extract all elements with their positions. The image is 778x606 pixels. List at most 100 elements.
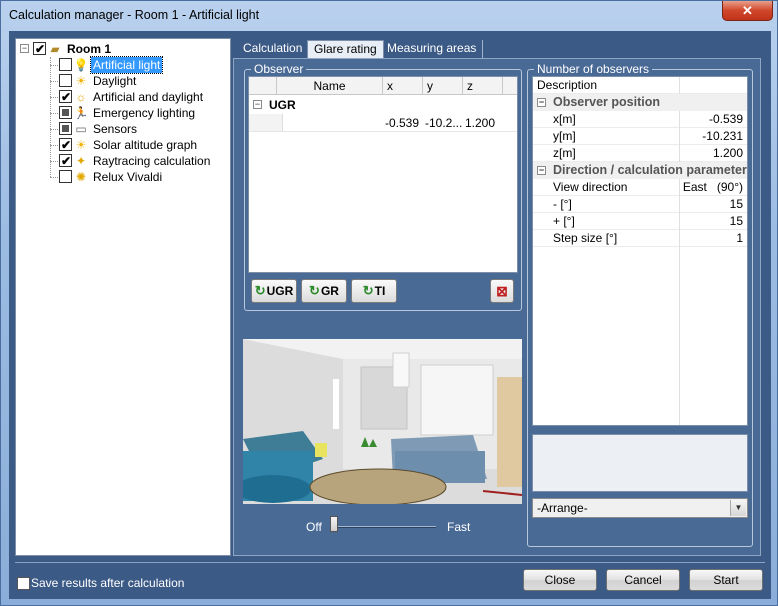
render-quality-slider-thumb[interactable] — [330, 516, 338, 532]
observer-table: Name x y z − UGR -0.539 -10.2... 1.200 — [248, 76, 518, 273]
observer-table-header: Name x y z — [249, 77, 517, 95]
column-header-name[interactable]: Name — [277, 77, 383, 95]
property-row-step-size[interactable]: Step size [°] 1 — [533, 230, 747, 247]
property-value[interactable]: 1 — [736, 230, 743, 247]
calculation-tree: − ▰ Room 1 💡 Artificial light ☀ Daylight — [15, 38, 231, 556]
room-label: Room 1 — [67, 42, 112, 56]
property-row-z[interactable]: z[m] 1.200 — [533, 145, 747, 162]
property-header-row: Description — [533, 77, 747, 94]
column-header-z[interactable]: z — [463, 77, 503, 95]
property-value[interactable]: -10.231 — [702, 128, 743, 145]
solar-altitude-graph-checkbox[interactable] — [59, 137, 72, 153]
tree-item-label: Sensors — [93, 122, 138, 136]
room-render-image — [243, 339, 522, 504]
tree-line — [50, 113, 58, 114]
save-results-label: Save results after calculation — [31, 576, 185, 590]
cell-z[interactable]: 1.200 — [465, 115, 495, 131]
close-button[interactable]: Close — [523, 569, 597, 591]
arrange-selected-value: -Arrange- — [537, 501, 588, 515]
add-gr-button[interactable]: ↻GR — [301, 279, 347, 303]
tree-item-emergency-lighting[interactable]: 🏃 Emergency lighting — [16, 105, 226, 121]
property-description-box — [532, 434, 748, 492]
window-close-button[interactable]: ✕ — [722, 1, 773, 21]
save-results-checkbox[interactable] — [17, 577, 30, 590]
collapse-toggle-icon[interactable]: − — [537, 166, 546, 175]
ugr-section-row[interactable]: − UGR — [249, 96, 517, 113]
property-value[interactable]: 15 — [730, 213, 743, 230]
tab-calculation[interactable]: Calculation — [237, 40, 310, 58]
property-row-plus-angle[interactable]: + [°] 15 — [533, 213, 747, 230]
property-row-minus-angle[interactable]: - [°] 15 — [533, 196, 747, 213]
emergency-lighting-checkbox[interactable] — [59, 106, 72, 119]
table-row[interactable]: -0.539 -10.2... 1.200 — [249, 114, 517, 132]
title-bar[interactable]: Calculation manager - Room 1 - Artificia… — [1, 1, 777, 31]
window-title: Calculation manager - Room 1 - Artificia… — [9, 8, 260, 22]
observer-property-grid: Description − Observer position x[m] -0.… — [532, 76, 748, 426]
collapse-toggle-icon[interactable]: − — [20, 44, 29, 53]
column-header-y[interactable]: y — [423, 77, 463, 95]
tree-item-artificial-and-daylight[interactable]: ☼ Artificial and daylight — [16, 89, 226, 105]
chevron-down-icon[interactable]: ▼ — [730, 500, 746, 516]
tab-measuring-areas[interactable]: Measuring areas — [381, 40, 484, 58]
tab-glare-rating[interactable]: Glare rating — [307, 40, 384, 58]
ugr-button-label: UGR — [266, 284, 294, 298]
property-row-view-direction[interactable]: View direction East (90°) — [533, 179, 747, 196]
category-label: Direction / calculation parameter — [553, 163, 747, 177]
sensors-checkbox[interactable] — [59, 122, 72, 135]
tree-line — [50, 177, 58, 178]
daylight-checkbox[interactable] — [59, 74, 72, 87]
number-of-observers-label: Number of observers — [534, 62, 653, 76]
property-label: Step size [°] — [553, 231, 618, 245]
column-split — [679, 111, 680, 128]
cancel-button[interactable]: Cancel — [606, 569, 680, 591]
cell-x[interactable]: -0.539 — [385, 115, 419, 131]
glare-preview-render[interactable] — [243, 339, 522, 504]
observer-position-category[interactable]: − Observer position — [533, 94, 747, 111]
property-label: x[m] — [553, 112, 576, 126]
tree-node-room[interactable]: − ▰ Room 1 — [16, 41, 226, 57]
raytracing-calculation-checkbox[interactable] — [59, 153, 72, 169]
relux-vivaldi-checkbox[interactable] — [59, 170, 72, 183]
tree-item-relux-vivaldi[interactable]: ✺ Relux Vivaldi — [16, 169, 226, 185]
footer-separator — [15, 562, 765, 563]
add-arrow-icon: ↻ — [254, 283, 266, 298]
property-grid-empty-area — [679, 247, 680, 425]
add-ugr-button[interactable]: ↻UGR — [251, 279, 297, 303]
ti-button-label: TI — [374, 284, 386, 298]
glare-rating-panel: Observer Name x y z − UGR -0.539 -10.2..… — [233, 58, 761, 556]
artificial-light-checkbox[interactable] — [59, 58, 72, 71]
ugr-section-label: UGR — [269, 98, 296, 112]
room-checkbox[interactable] — [33, 41, 46, 57]
delete-observer-button[interactable]: ⊠ — [490, 279, 514, 303]
collapse-toggle-icon[interactable]: − — [537, 98, 546, 107]
tree-item-daylight[interactable]: ☀ Daylight — [16, 73, 226, 89]
collapse-toggle-icon[interactable]: − — [253, 100, 262, 109]
tree-item-raytracing-calculation[interactable]: ✦ Raytracing calculation — [16, 153, 226, 169]
arrange-dropdown[interactable]: -Arrange- ▼ — [532, 498, 748, 518]
tree-line — [50, 145, 58, 146]
property-row-y[interactable]: y[m] -10.231 — [533, 128, 747, 145]
start-button[interactable]: Start — [689, 569, 763, 591]
property-label: z[m] — [553, 146, 576, 160]
direction-parameter-category[interactable]: − Direction / calculation parameter — [533, 162, 747, 179]
artificial-and-daylight-checkbox[interactable] — [59, 89, 72, 105]
slider-min-label: Off — [306, 520, 322, 534]
tree-item-label: Solar altitude graph — [93, 138, 198, 152]
cell-y[interactable]: -10.2... — [425, 115, 462, 131]
property-value[interactable]: -0.539 — [709, 111, 743, 128]
column-header-x[interactable]: x — [383, 77, 423, 95]
add-arrow-icon: ↻ — [309, 283, 320, 298]
property-value[interactable]: 15 — [730, 196, 743, 213]
column-split — [679, 77, 680, 94]
tree-item-sensors[interactable]: ▭ Sensors — [16, 121, 226, 137]
tree-item-label: Emergency lighting — [93, 106, 196, 120]
property-value[interactable]: 1.200 — [713, 145, 743, 162]
tree-item-solar-altitude-graph[interactable]: ☀ Solar altitude graph — [16, 137, 226, 153]
property-value[interactable]: East (90°) — [683, 179, 743, 196]
column-split — [679, 145, 680, 162]
tree-item-artificial-light[interactable]: 💡 Artificial light — [16, 56, 226, 74]
add-ti-button[interactable]: ↻TI — [351, 279, 397, 303]
render-quality-slider-track[interactable] — [334, 526, 436, 528]
property-row-x[interactable]: x[m] -0.539 — [533, 111, 747, 128]
bulb-icon: 💡 — [73, 58, 89, 72]
